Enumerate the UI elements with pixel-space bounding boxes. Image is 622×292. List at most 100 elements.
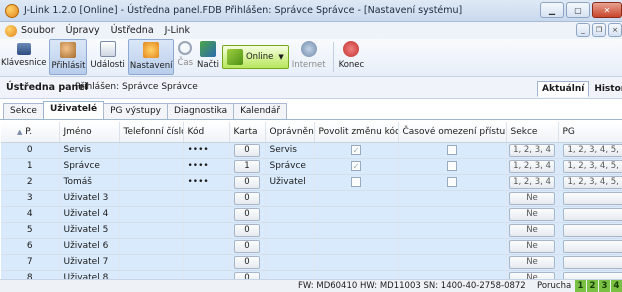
tab-sekce[interactable]: Sekce: [3, 103, 44, 119]
cell-phone[interactable]: [119, 238, 184, 255]
table-row[interactable]: 1 Správce •••• 1 Správce ✓ 1, 2, 3, 4 1, 2, 3, …: [1, 158, 622, 175]
cell-allow-change[interactable]: ✓: [314, 142, 399, 159]
toolbar-settings-button[interactable]: Nastavení: [127, 39, 175, 75]
tab-uzivatele[interactable]: Uživatelé: [42, 101, 105, 119]
toolbar-time-button[interactable]: Čas: [176, 39, 194, 75]
toolbar-exit-button[interactable]: Konec: [338, 39, 366, 75]
table-row[interactable]: 5 Uživatel 5 0 Ne: [1, 222, 622, 239]
column-header[interactable]: Telefonní číslo: [119, 122, 184, 143]
cell-phone[interactable]: [119, 190, 184, 207]
cell-permission[interactable]: [265, 206, 315, 223]
cell-allow-change[interactable]: [314, 238, 399, 255]
cell-allow-change[interactable]: [314, 206, 399, 223]
dropdown-arrow-icon[interactable]: ▼: [278, 53, 283, 61]
cell-p[interactable]: 6: [1, 238, 60, 255]
column-header[interactable]: Časové omezení přístupu: [398, 122, 507, 143]
cell-time-restriction[interactable]: [398, 174, 507, 191]
cell-card[interactable]: 0: [229, 190, 266, 207]
sections-button[interactable]: Ne: [509, 255, 555, 269]
minimize-icon[interactable]: ▁: [540, 2, 564, 18]
cell-phone[interactable]: [119, 142, 184, 159]
menu-jlink[interactable]: J-Link: [165, 25, 190, 36]
sections-button[interactable]: 1, 2, 3, 4: [509, 159, 555, 173]
column-header[interactable]: Povolit změnu kódu: [314, 122, 399, 143]
pg-button[interactable]: [562, 239, 621, 253]
cell-allow-change[interactable]: [314, 222, 399, 239]
pg-button[interactable]: 1, 2, 3, 4, 5, 6: [562, 159, 621, 173]
cell-name[interactable]: Uživatel 6: [59, 238, 120, 255]
maximize-icon[interactable]: ▢: [566, 2, 590, 18]
menu-soubor[interactable]: Soubor: [21, 25, 55, 36]
cell-p[interactable]: 2: [1, 174, 60, 191]
cell-card[interactable]: 0: [229, 206, 266, 223]
mdi-close-icon[interactable]: ×: [608, 23, 622, 37]
cell-pg[interactable]: 1, 2, 3, 4, 5, 6: [558, 158, 622, 175]
cell-name[interactable]: Tomáš: [59, 174, 120, 191]
cell-code[interactable]: ••••: [183, 142, 230, 159]
table-row[interactable]: 7 Uživatel 7 0 Ne: [1, 254, 622, 271]
cell-code[interactable]: [183, 254, 230, 271]
cell-time-restriction[interactable]: [398, 206, 507, 223]
sections-button[interactable]: Ne: [509, 207, 555, 221]
cell-sections[interactable]: Ne: [506, 238, 559, 255]
tab-current[interactable]: Aktuální: [537, 81, 590, 97]
cell-pg[interactable]: 1, 2, 3, 4, 5, 6: [558, 174, 622, 191]
column-header[interactable]: ▲ P.: [1, 122, 60, 143]
column-header[interactable]: Oprávnění: [265, 122, 315, 143]
cell-name[interactable]: Uživatel 7: [59, 254, 120, 271]
toolbar-login-button[interactable]: Přihlásit: [49, 39, 88, 75]
cell-card[interactable]: 0: [229, 222, 266, 239]
table-row[interactable]: 0 Servis •••• 0 Servis ✓ 1, 2, 3, 4 1, 2, 3, 4,…: [1, 142, 622, 159]
toolbar-keyboard-button[interactable]: Klávesnice: [0, 39, 47, 75]
cell-card[interactable]: 0: [229, 142, 266, 159]
pg-button[interactable]: 1, 2, 3, 4, 5, 6: [562, 175, 621, 189]
mdi-restore-icon[interactable]: ❐: [592, 23, 606, 37]
card-button[interactable]: 0: [234, 207, 260, 221]
tab-kalendar[interactable]: Kalendář: [233, 103, 288, 119]
cell-card[interactable]: 1: [229, 158, 266, 175]
column-header[interactable]: Jméno: [59, 122, 120, 143]
cell-phone[interactable]: [119, 254, 184, 271]
cell-time-restriction[interactable]: [398, 238, 507, 255]
checkbox[interactable]: [447, 176, 457, 187]
cell-time-restriction[interactable]: [398, 142, 507, 159]
cell-sections[interactable]: 1, 2, 3, 4: [506, 142, 559, 159]
checkbox[interactable]: ✓: [351, 160, 361, 171]
card-button[interactable]: 0: [234, 223, 260, 237]
cell-permission[interactable]: Uživatel: [265, 174, 315, 191]
cell-code[interactable]: [183, 222, 230, 239]
cell-p[interactable]: 1: [1, 158, 60, 175]
checkbox[interactable]: [447, 144, 457, 155]
cell-time-restriction[interactable]: [398, 222, 507, 239]
toolbar-events-button[interactable]: Události: [89, 39, 126, 75]
cell-time-restriction[interactable]: [398, 158, 507, 175]
cell-permission[interactable]: [265, 254, 315, 271]
column-header[interactable]: Kód: [183, 122, 230, 143]
cell-pg[interactable]: [558, 206, 622, 223]
cell-allow-change[interactable]: [314, 254, 399, 271]
cell-code[interactable]: [183, 238, 230, 255]
cell-sections[interactable]: Ne: [506, 190, 559, 207]
sections-button[interactable]: 1, 2, 3, 4: [509, 175, 555, 189]
cell-time-restriction[interactable]: [398, 190, 507, 207]
cell-code[interactable]: [183, 206, 230, 223]
cell-p[interactable]: 3: [1, 190, 60, 207]
cell-sections[interactable]: 1, 2, 3, 4: [506, 174, 559, 191]
pg-button[interactable]: [562, 255, 621, 269]
cell-phone[interactable]: [119, 174, 184, 191]
pg-button[interactable]: [562, 223, 621, 237]
checkbox[interactable]: [351, 176, 361, 187]
card-button[interactable]: 0: [234, 191, 260, 205]
cell-permission[interactable]: [265, 190, 315, 207]
column-header[interactable]: Sekce: [506, 122, 559, 143]
toolbar-load-button[interactable]: Načti: [196, 39, 220, 75]
cell-name[interactable]: Uživatel 5: [59, 222, 120, 239]
tab-pg-vystupy[interactable]: PG výstupy: [103, 103, 169, 119]
cell-permission[interactable]: Servis: [265, 142, 315, 159]
card-button[interactable]: 0: [234, 175, 260, 189]
checkbox[interactable]: ✓: [351, 144, 361, 155]
cell-pg[interactable]: [558, 190, 622, 207]
cell-name[interactable]: Servis: [59, 142, 120, 159]
cell-sections[interactable]: Ne: [506, 254, 559, 271]
cell-card[interactable]: 0: [229, 238, 266, 255]
